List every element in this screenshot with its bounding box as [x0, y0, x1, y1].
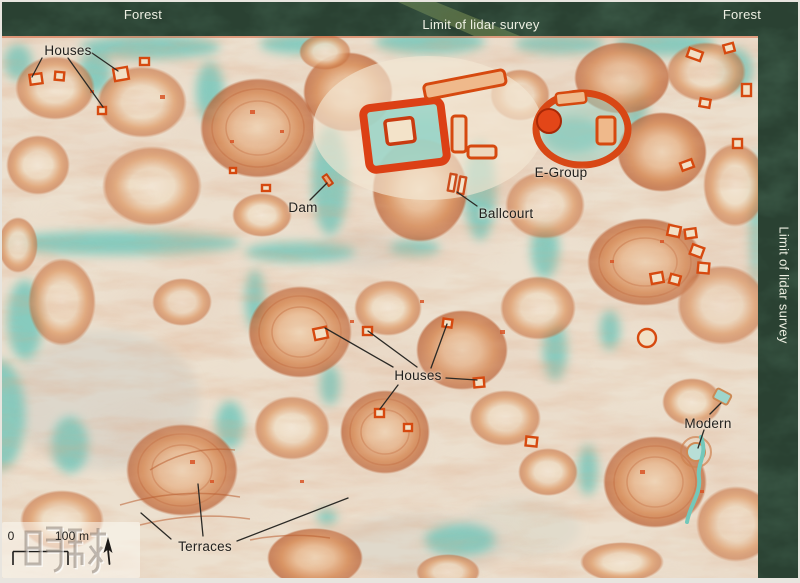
modern-label: Modern [684, 417, 731, 431]
lidar-limit-label-right: Limit of lidar survey [778, 226, 791, 343]
lidar-limit-label-top: Limit of lidar survey [422, 18, 539, 31]
forest-label-right: Forest [723, 8, 761, 21]
e-group-label: E-Group [535, 166, 588, 180]
scale-zero-label: 0 [8, 530, 15, 542]
houses-label-mid: Houses [394, 369, 441, 383]
scale-distance-label: 100 m [55, 530, 89, 542]
terraces-label: Terraces [178, 540, 232, 554]
lidar-terrain [0, 30, 776, 583]
houses-label-nw: Houses [44, 44, 91, 58]
forest-band-top [2, 2, 798, 36]
ballcourt-label: Ballcourt [479, 207, 534, 221]
main-pyramid [385, 117, 416, 144]
forest-label-left: Forest [124, 8, 162, 21]
lidar-survey-figure: Forest Limit of lidar survey Forest Limi… [0, 0, 800, 583]
lidar-map-art [0, 0, 800, 583]
dam-label: Dam [288, 201, 317, 215]
